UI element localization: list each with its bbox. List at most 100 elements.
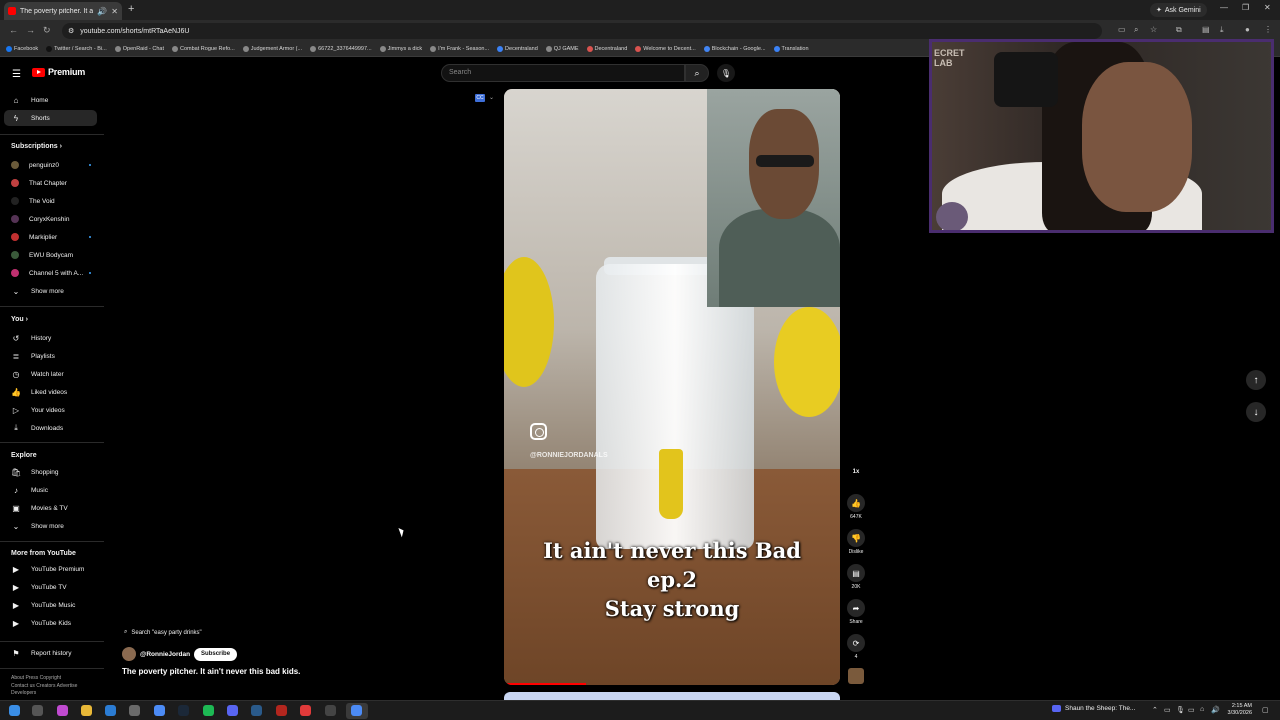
bookmark-item[interactable]: 66722_3376449997... [310,46,372,52]
bookmark-item[interactable]: Translation [773,46,809,52]
new-tab-button[interactable]: + [128,3,134,15]
show-more-button[interactable]: ⌄ Show more [4,283,97,299]
system-clock[interactable]: 2:15 AM 3/30/2026 [1222,703,1252,717]
sidebar-icon[interactable]: ▤ [1202,25,1210,34]
sidebar-item-history[interactable]: ↺ History [4,330,97,346]
search-input[interactable]: Search [441,64,685,82]
volume-icon[interactable]: 🔊 [1211,706,1220,714]
sidebar-item-subscription[interactable]: That Chapter [4,175,97,191]
share-button[interactable]: ➦ Share [846,599,866,625]
remix-button[interactable]: ⟳ 4 [846,634,866,660]
minimize-icon[interactable]: — [1220,3,1228,12]
forward-icon[interactable]: → [26,25,35,35]
close-tab-icon[interactable]: ✕ [111,7,118,16]
ask-gemini-button[interactable]: ✦ Ask Gemini [1150,3,1207,17]
speed-control[interactable]: 1x [846,467,866,475]
sidebar-footer-links[interactable]: About Press Copyright Contact us Creators… [11,675,101,698]
footer-link-line[interactable]: Contact us Creators Advertise [11,683,101,691]
footer-link-line[interactable]: About Press Copyright [11,675,101,683]
bookmark-item[interactable]: Decentraland [497,46,538,52]
notifications-icon[interactable]: ▢ [1262,706,1269,714]
site-info-icon[interactable]: ⚙ [68,27,74,35]
close-window-icon[interactable]: ✕ [1264,3,1271,12]
bookmark-item[interactable]: I'm Frank - Season... [430,46,489,52]
store-icon[interactable] [129,705,140,716]
steam-icon[interactable] [178,705,189,716]
captions-badge-icon[interactable]: CC [475,94,485,102]
playback-progress[interactable] [504,683,586,685]
copilot-icon[interactable] [57,705,68,716]
sidebar-item-subscription[interactable]: CoryxKenshin [4,211,97,227]
chrome-icon[interactable] [154,705,165,716]
report-history-button[interactable]: ⚑ Report history [4,645,97,661]
sidebar-item-downloads[interactable]: ⤓ Downloads [4,420,97,436]
bookmark-item[interactable]: Welcome to Decent... [635,46,696,52]
tray-network-icon[interactable]: ▭ [1188,706,1195,714]
sidebar-item-home[interactable]: ⌂ Home [4,92,97,108]
cast-icon[interactable]: ▭ [1118,25,1126,34]
sidebar-item-liked-videos[interactable]: 👍 Liked videos [4,384,97,400]
reload-icon[interactable]: ↻ [43,25,51,36]
sidebar-item-shorts[interactable]: ϟ Shorts [4,110,97,126]
edge-icon[interactable] [105,705,116,716]
sidebar-item-your-videos[interactable]: ▷ Your videos [4,402,97,418]
bookmark-item[interactable]: Judgement Armor (... [242,46,302,52]
extensions-icon[interactable]: ⧉ [1176,25,1182,35]
subscribe-button[interactable]: Subscribe [194,647,238,661]
like-button[interactable]: 👍 647K [846,494,866,520]
sidebar-item-music[interactable]: ♪ Music [4,482,97,498]
discord-icon[interactable] [227,705,238,716]
bookmark-item[interactable]: OpenRaid - Chat [114,46,164,52]
windows-start-icon[interactable] [9,705,20,716]
sidebar-item-playlists[interactable]: ≣ Playlists [4,348,97,364]
bookmark-item[interactable]: Blockchain - Google... [703,46,766,52]
chevron-down-icon[interactable]: ⌄ [489,94,494,101]
sidebar-item-subscription[interactable]: The Void [4,193,97,209]
sidebar-item-youtube-music[interactable]: ▶ YouTube Music [4,597,97,613]
subscriptions-heading[interactable]: Subscriptions › [11,143,62,150]
obs-icon[interactable] [325,705,336,716]
sidebar-item-youtube-premium[interactable]: ▶ YouTube Premium [4,561,97,577]
app-icon[interactable] [251,705,262,716]
sidebar-item-watch-later[interactable]: ◷ Watch later [4,366,97,382]
explore-heading[interactable]: Explore [11,452,37,459]
media-widget[interactable]: Shaun the Sheep: The... [1052,705,1135,712]
sidebar-item-subscription[interactable]: EWU Bodycam [4,247,97,263]
search-icon[interactable]: ⌕ [685,64,709,82]
explore-show-more-button[interactable]: ⌄ Show more [4,518,97,534]
spotify-icon[interactable] [203,705,214,716]
browser-tab[interactable]: The poverty pitcher. It ain't... 🔊 ✕ [4,2,122,20]
more-from-youtube-heading[interactable]: More from YouTube [11,550,76,557]
sidebar-item-subscription[interactable]: penguinz0 [4,157,97,173]
url-field[interactable]: ⚙ youtube.com/shorts/mtRTaAeNJ6U [62,23,1102,39]
chrome-active-icon[interactable] [351,705,362,716]
short-video-player[interactable]: @RONNIEJORDANALS It ain't never this Bad… [504,89,840,685]
download-icon[interactable]: ⤓ [1220,25,1224,35]
next-short-arrow-icon[interactable]: ↓ [1246,402,1266,422]
bookmark-item[interactable]: QJ GAME [545,46,579,52]
media-app-icon[interactable] [276,705,287,716]
maximize-icon[interactable]: ❐ [1242,3,1249,12]
comments-button[interactable]: ▤ 20K [846,564,866,590]
you-heading[interactable]: You › [11,316,28,323]
dislike-button[interactable]: 👎 Dislike [846,529,866,555]
mute-icon[interactable]: 🔊 [97,7,107,16]
hamburger-menu-icon[interactable]: ☰ [12,69,21,80]
sound-thumbnail[interactable] [848,668,864,684]
related-search-chip[interactable]: ⌕ Search "easy party drinks" [124,629,202,636]
tray-app-icon[interactable]: ▭ [1164,706,1171,714]
channel-avatar[interactable] [122,647,136,661]
network-icon[interactable]: ⌂ [1200,706,1204,713]
sidebar-item-youtube-kids[interactable]: ▶ YouTube Kids [4,615,97,631]
channel-name[interactable]: @RonnieJordan [140,651,190,658]
sidebar-item-subscription[interactable]: Markiplier [4,229,97,245]
footer-link-line[interactable]: Developers [11,690,101,698]
previous-short-arrow-icon[interactable]: ↑ [1246,370,1266,390]
profile-avatar-icon[interactable]: ● [1245,25,1250,34]
bookmark-item[interactable]: Twitter / Search - Bi... [46,46,107,52]
youtube-premium-logo[interactable]: Premium [32,67,85,77]
next-short-preview[interactable] [504,692,840,700]
browser-menu-icon[interactable]: ⋮ [1264,25,1272,34]
sidebar-item-subscription[interactable]: Channel 5 with A... [4,265,97,281]
sidebar-item-youtube-tv[interactable]: ▶ YouTube TV [4,579,97,595]
